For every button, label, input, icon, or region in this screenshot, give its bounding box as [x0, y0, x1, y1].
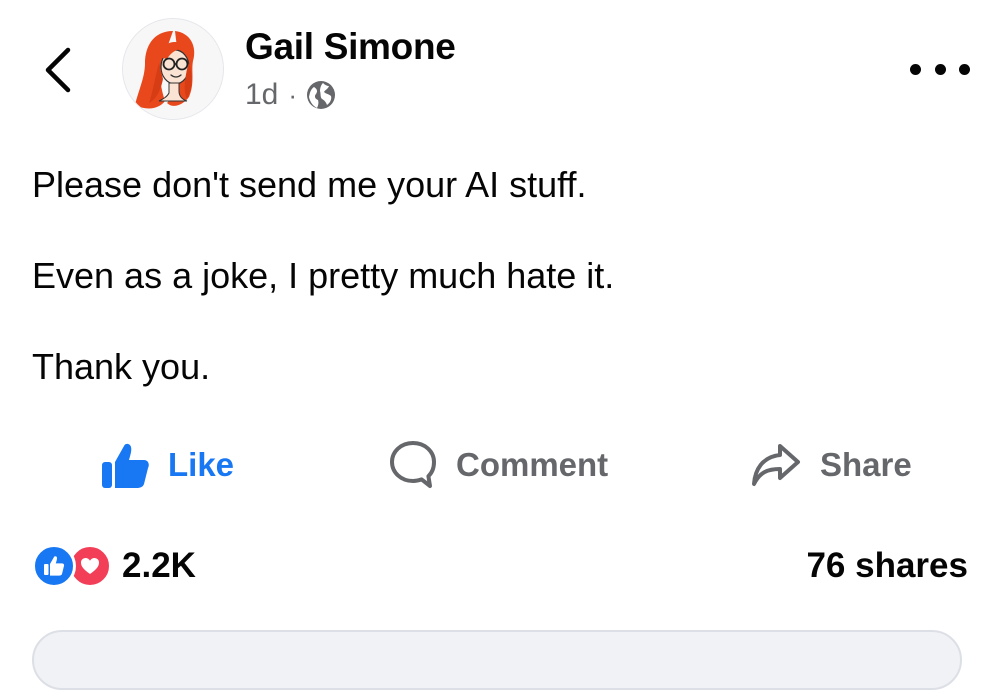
post-meta: 1d · — [245, 76, 337, 114]
post-paragraph: Thank you. — [32, 346, 211, 387]
like-reaction-icon — [32, 544, 76, 588]
more-dot — [934, 63, 946, 75]
meta-separator: · — [288, 79, 298, 110]
post-actions-bar: Like Comment Share — [0, 432, 1000, 498]
like-label: Like — [168, 446, 235, 483]
comment-label: Comment — [456, 446, 609, 483]
comment-input-container[interactable] — [32, 630, 962, 690]
more-options-button[interactable] — [910, 52, 970, 86]
author-avatar[interactable] — [122, 18, 224, 120]
share-label: Share — [820, 446, 912, 483]
thumbs-up-icon — [102, 443, 149, 488]
avatar-illustration — [123, 19, 223, 119]
post-paragraph: Please don't send me your AI stuff. — [32, 164, 587, 205]
speech-bubble-icon — [390, 441, 436, 488]
post-paragraph: Even as a joke, I pretty much hate it. — [32, 255, 615, 296]
shares-count[interactable]: 76 shares — [806, 540, 968, 592]
author-name[interactable]: Gail Simone — [245, 26, 456, 68]
more-dot — [959, 63, 970, 75]
globe-icon[interactable] — [305, 79, 337, 111]
share-button[interactable]: Share — [750, 432, 912, 498]
back-button[interactable] — [40, 42, 80, 98]
more-dot — [910, 63, 921, 75]
chevron-left-icon — [45, 47, 71, 93]
reactions-summary[interactable]: 2.2K — [32, 540, 196, 592]
like-button[interactable]: Like — [100, 432, 234, 498]
reaction-count: 2.2K — [122, 546, 196, 585]
post-text: Please don't send me your AI stuff. Even… — [32, 162, 962, 435]
share-arrow-icon — [752, 444, 800, 486]
comment-button[interactable]: Comment — [388, 432, 608, 498]
post-timestamp[interactable]: 1d — [245, 78, 278, 112]
post-header: Gail Simone 1d · — [0, 0, 1000, 140]
post-stats: 2.2K 76 shares — [0, 540, 1000, 592]
